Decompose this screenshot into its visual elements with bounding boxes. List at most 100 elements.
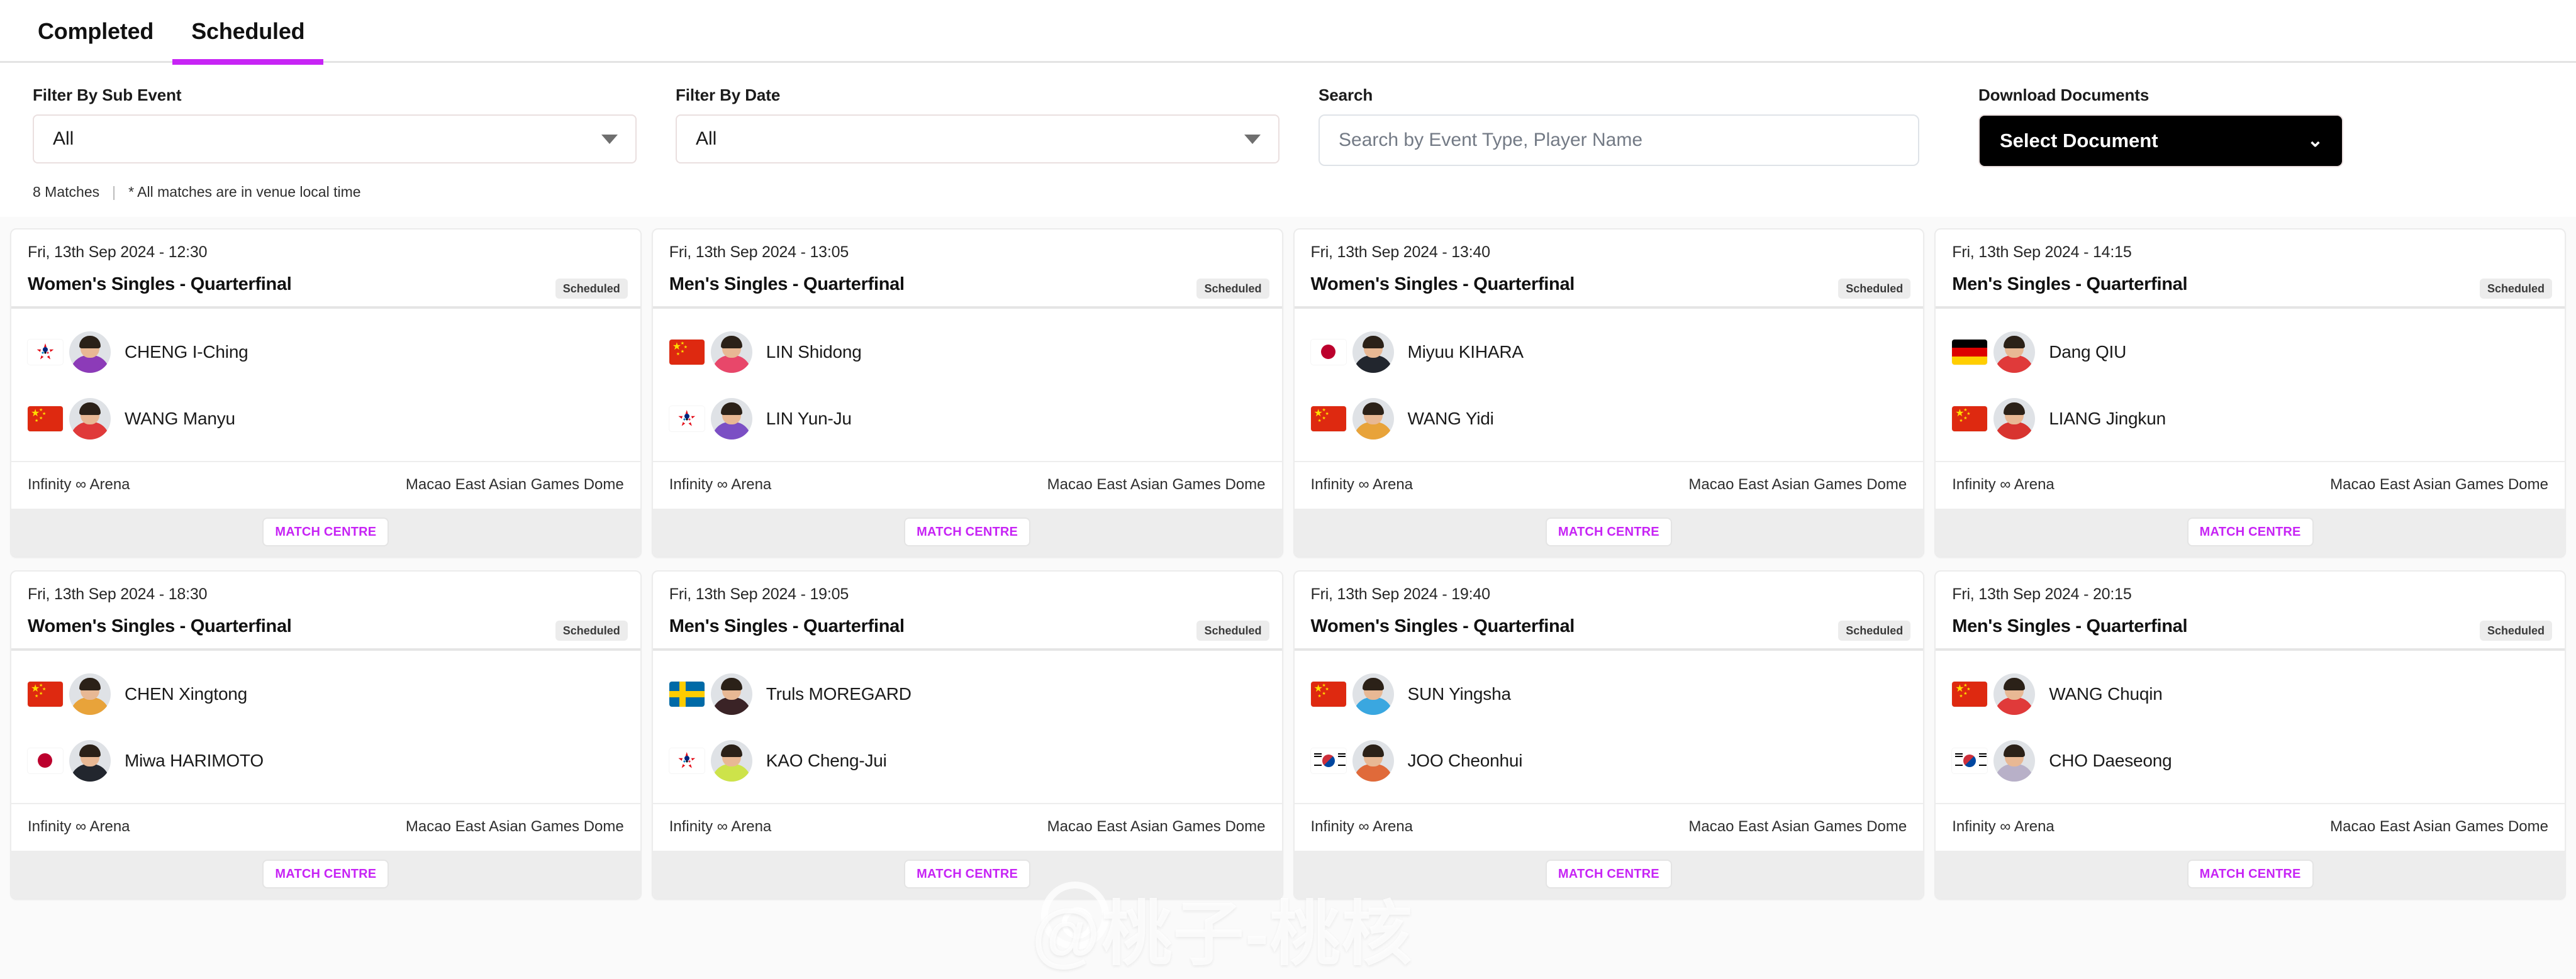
player-row[interactable]: Truls MOREGARD	[653, 661, 1282, 727]
player-name: Truls MOREGARD	[766, 684, 912, 704]
player-row[interactable]: CHENG I-Ching	[11, 319, 640, 385]
player-name: Miwa HARIMOTO	[125, 751, 264, 770]
match-card-header: Fri, 13th Sep 2024 - 14:15 Men's Singles…	[1936, 230, 2565, 306]
status-badge: Scheduled	[1838, 279, 1911, 299]
match-card-footer: MATCH CENTRE	[11, 509, 640, 556]
match-card[interactable]: Fri, 13th Sep 2024 - 13:05 Men's Singles…	[651, 228, 1283, 558]
avatar	[69, 740, 111, 782]
player-row[interactable]: JOO Cheonhui	[1295, 727, 1924, 794]
venue-arena: Infinity ∞ Arena	[669, 476, 772, 493]
match-centre-button[interactable]: MATCH CENTRE	[904, 517, 1031, 546]
filter-date-group: Filter By Date All	[676, 86, 1319, 163]
avatar	[1352, 673, 1394, 715]
match-centre-button[interactable]: MATCH CENTRE	[2187, 517, 2314, 546]
player-row[interactable]: Miyuu KIHARA	[1295, 319, 1924, 385]
match-datetime: Fri, 13th Sep 2024 - 19:40	[1310, 585, 1490, 603]
tab-scheduled-underline	[172, 59, 324, 65]
match-card[interactable]: Fri, 13th Sep 2024 - 14:15 Men's Singles…	[1934, 228, 2566, 558]
venue-row: Infinity ∞ Arena Macao East Asian Games …	[652, 461, 1282, 509]
player-row[interactable]: ★ ★ ★ ★ ★ SUN Yingsha	[1295, 661, 1924, 727]
flag-icon-kr	[1952, 748, 1988, 773]
player-list: ★ ★ ★ ★ ★ CHEN Xingtong Miwa HARIMOTO	[11, 651, 640, 803]
venue-location: Macao East Asian Games Dome	[1688, 818, 1907, 835]
player-row[interactable]: ★ ★ ★ ★ ★ WANG Yidi	[1295, 385, 1924, 452]
match-card-header: Fri, 13th Sep 2024 - 18:30 Women's Singl…	[11, 572, 640, 648]
avatar	[69, 673, 111, 715]
player-list: Truls MOREGARD KAO Cheng-Jui	[653, 651, 1282, 803]
filter-sub-event-select[interactable]: All	[33, 114, 637, 163]
player-row[interactable]: ★ ★ ★ ★ ★ WANG Chuqin	[1936, 661, 2565, 727]
match-centre-button[interactable]: MATCH CENTRE	[262, 517, 389, 546]
match-card-header: Fri, 13th Sep 2024 - 13:05 Men's Singles…	[653, 230, 1282, 306]
match-card-grid: Fri, 13th Sep 2024 - 12:30 Women's Singl…	[0, 217, 2576, 900]
match-card[interactable]: Fri, 13th Sep 2024 - 20:15 Men's Singles…	[1934, 570, 2566, 900]
match-card[interactable]: Fri, 13th Sep 2024 - 19:05 Men's Singles…	[651, 570, 1283, 900]
player-list: ★ ★ ★ ★ ★ SUN Yingsha JOO Cheonhui	[1295, 651, 1924, 803]
avatar	[1352, 740, 1394, 782]
match-card-footer: MATCH CENTRE	[652, 851, 1282, 899]
avatar	[710, 331, 752, 373]
avatar	[710, 740, 752, 782]
download-documents-label: Download Documents	[1978, 86, 2149, 104]
match-event-title: Women's Singles - Quarterfinal	[1310, 274, 1575, 294]
player-row[interactable]: LIN Yun-Ju	[653, 385, 1282, 452]
venue-arena: Infinity ∞ Arena	[1952, 818, 2055, 835]
match-centre-button[interactable]: MATCH CENTRE	[1545, 860, 1672, 888]
chevron-down-icon	[1244, 134, 1261, 144]
status-badge: Scheduled	[1196, 621, 1269, 641]
filter-sub-event-value: All	[53, 128, 74, 149]
match-card-header: Fri, 13th Sep 2024 - 19:40 Women's Singl…	[1295, 572, 1924, 648]
player-row[interactable]: ★ ★ ★ ★ ★ LIANG Jingkun	[1936, 385, 2565, 452]
venue-location: Macao East Asian Games Dome	[1047, 818, 1266, 835]
select-document-button[interactable]: Select Document ⌄	[1978, 114, 2343, 167]
player-name: CHEN Xingtong	[125, 684, 248, 704]
venue-location: Macao East Asian Games Dome	[1688, 476, 1907, 493]
match-card[interactable]: Fri, 13th Sep 2024 - 19:40 Women's Singl…	[1293, 570, 1925, 900]
match-card-footer: MATCH CENTRE	[1294, 509, 1924, 556]
tab-scheduled[interactable]: Scheduled	[172, 0, 324, 65]
player-row[interactable]: ★ ★ ★ ★ ★ WANG Manyu	[11, 385, 640, 452]
match-datetime: Fri, 13th Sep 2024 - 12:30	[28, 243, 208, 261]
player-row[interactable]: Miwa HARIMOTO	[11, 727, 640, 794]
chevron-down-icon: ⌄	[2307, 130, 2323, 151]
player-name: CHENG I-Ching	[125, 342, 248, 362]
match-card[interactable]: Fri, 13th Sep 2024 - 12:30 Women's Singl…	[10, 228, 642, 558]
match-datetime: Fri, 13th Sep 2024 - 14:15	[1952, 243, 2132, 261]
avatar	[1352, 331, 1394, 373]
venue-location: Macao East Asian Games Dome	[2330, 476, 2548, 493]
match-centre-button[interactable]: MATCH CENTRE	[904, 860, 1031, 888]
flag-icon-tpe	[669, 748, 705, 773]
match-card-footer: MATCH CENTRE	[652, 509, 1282, 556]
match-card-header: Fri, 13th Sep 2024 - 12:30 Women's Singl…	[11, 230, 640, 306]
match-centre-button[interactable]: MATCH CENTRE	[1545, 517, 1672, 546]
flag-icon-cn: ★ ★ ★ ★ ★	[1952, 682, 1988, 707]
player-row[interactable]: ★ ★ ★ ★ ★ CHEN Xingtong	[11, 661, 640, 727]
player-row[interactable]: Dang QIU	[1936, 319, 2565, 385]
match-centre-button[interactable]: MATCH CENTRE	[262, 860, 389, 888]
local-time-note: * All matches are in venue local time	[128, 184, 361, 200]
flag-icon-cn: ★ ★ ★ ★ ★	[1310, 406, 1346, 431]
match-event-title: Men's Singles - Quarterfinal	[1952, 616, 2188, 636]
avatar	[69, 398, 111, 440]
match-count: 8 Matches	[33, 184, 100, 200]
match-card[interactable]: Fri, 13th Sep 2024 - 18:30 Women's Singl…	[10, 570, 642, 900]
player-row[interactable]: ★ ★ ★ ★ ★ LIN Shidong	[653, 319, 1282, 385]
avatar	[1993, 398, 2036, 440]
match-centre-button[interactable]: MATCH CENTRE	[2187, 860, 2314, 888]
venue-row: Infinity ∞ Arena Macao East Asian Games …	[1936, 461, 2565, 509]
player-row[interactable]: KAO Cheng-Jui	[653, 727, 1282, 794]
player-row[interactable]: CHO Daeseong	[1936, 727, 2565, 794]
player-list: ★ ★ ★ ★ ★ LIN Shidong LIN Yun-Ju	[653, 309, 1282, 461]
download-documents-group: Download Documents Select Document ⌄	[1961, 86, 2382, 167]
player-name: WANG Chuqin	[2049, 684, 2163, 704]
tab-completed[interactable]: Completed	[19, 0, 172, 63]
player-name: SUN Yingsha	[1407, 684, 1512, 704]
filter-date-select[interactable]: All	[676, 114, 1280, 163]
filter-bar: Filter By Sub Event All Filter By Date A…	[0, 63, 2576, 167]
match-event-title: Women's Singles - Quarterfinal	[28, 274, 292, 294]
match-card[interactable]: Fri, 13th Sep 2024 - 13:40 Women's Singl…	[1293, 228, 1925, 558]
venue-arena: Infinity ∞ Arena	[669, 818, 772, 835]
player-name: JOO Cheonhui	[1407, 751, 1523, 770]
search-input[interactable]	[1339, 130, 1899, 151]
search-box[interactable]	[1319, 114, 1919, 166]
